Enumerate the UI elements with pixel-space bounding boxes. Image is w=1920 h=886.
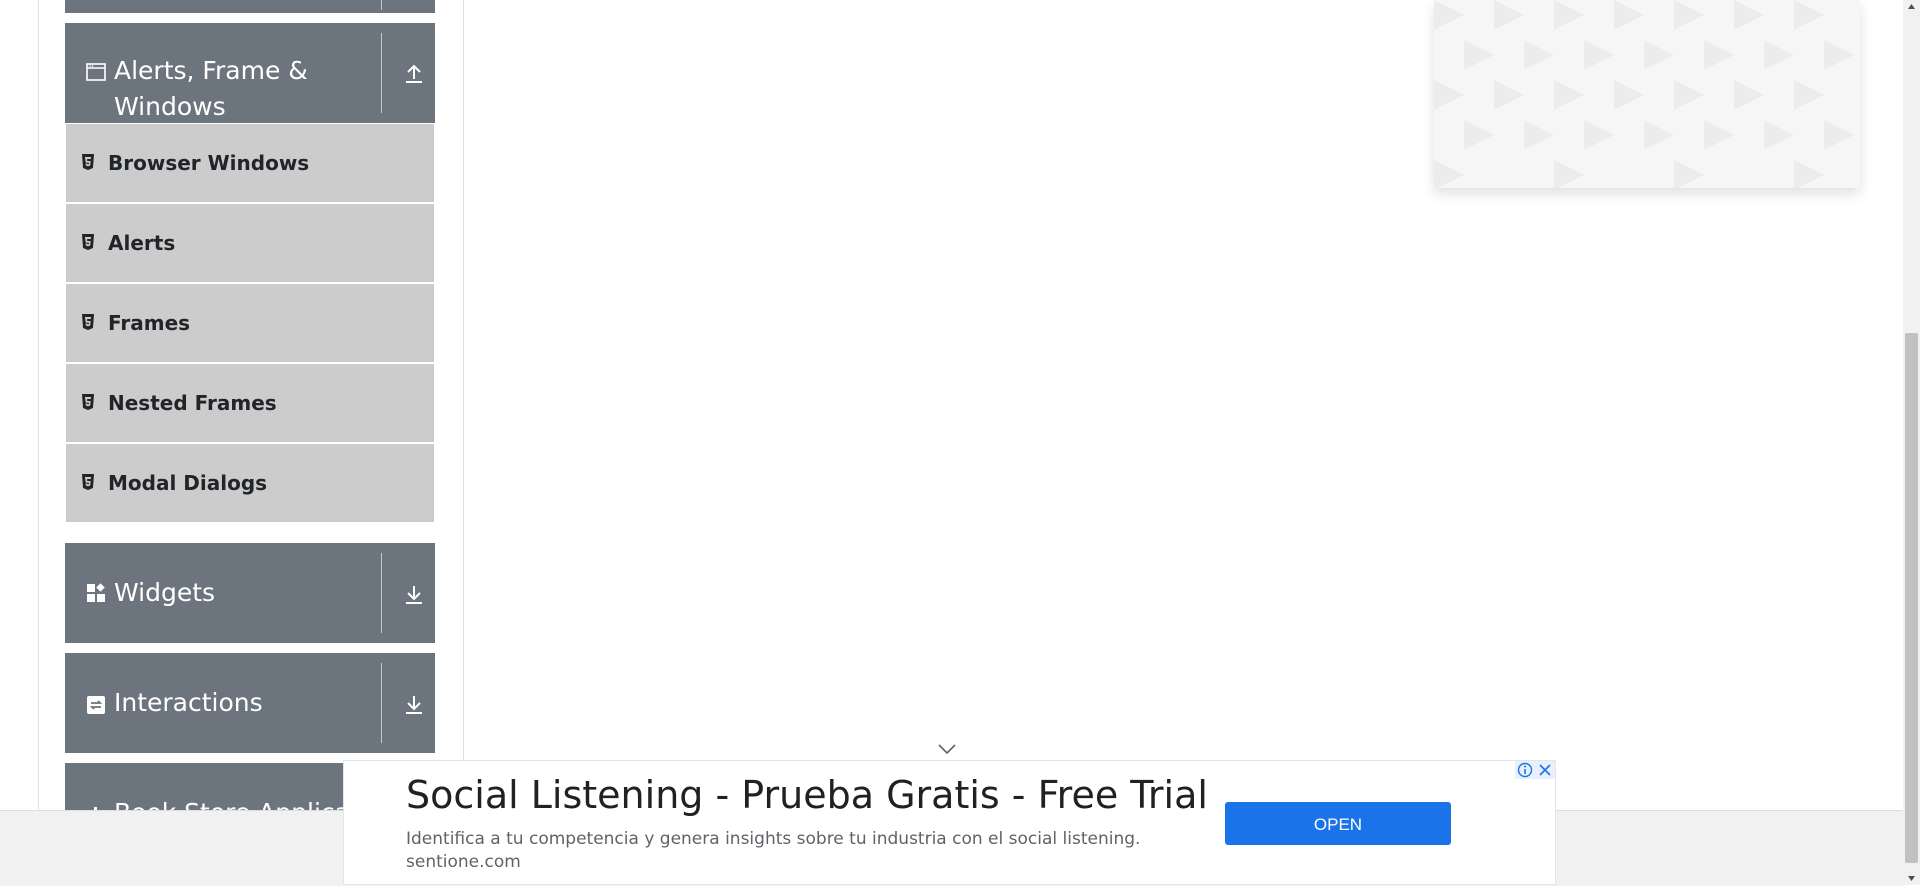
header-divider bbox=[381, 663, 382, 743]
menu-item-label: Browser Windows bbox=[108, 151, 310, 175]
ad-banner[interactable]: Social Listening - Prueba Gratis - Free … bbox=[343, 760, 1556, 885]
group-title: Widgets bbox=[114, 578, 216, 607]
header-divider bbox=[381, 0, 382, 10]
group-title: Interactions bbox=[114, 688, 263, 717]
header-divider bbox=[381, 33, 382, 113]
html5-icon bbox=[82, 474, 94, 490]
page-scrollbar[interactable] bbox=[1903, 0, 1920, 885]
menu-item-label: Frames bbox=[108, 311, 191, 335]
menu-item-nested-frames[interactable]: Nested Frames bbox=[66, 364, 434, 442]
previous-group-header[interactable] bbox=[65, 0, 435, 13]
widgets-icon bbox=[87, 583, 105, 602]
ad-description: Identifica a tu competencia y genera ins… bbox=[406, 829, 1141, 849]
menu-item-label: Nested Frames bbox=[108, 391, 277, 415]
close-icon[interactable] bbox=[1535, 761, 1555, 779]
menu-item-alerts[interactable]: Alerts bbox=[66, 204, 434, 282]
chevron-down-icon[interactable] bbox=[937, 743, 957, 755]
arrow-down-icon[interactable] bbox=[403, 583, 425, 605]
menu-item-modal-dialogs[interactable]: Modal Dialogs bbox=[66, 444, 434, 522]
scroll-up-arrow-icon[interactable] bbox=[1907, 2, 1916, 11]
group-title: Book Store Applicatio bbox=[114, 795, 382, 810]
arrow-up-icon[interactable] bbox=[403, 62, 425, 84]
group-interactions[interactable]: Interactions bbox=[65, 653, 435, 753]
menu-item-label: Alerts bbox=[108, 231, 176, 255]
html5-icon bbox=[82, 394, 94, 410]
ad-domain[interactable]: sentione.com bbox=[406, 852, 521, 872]
group-title-line1: Alerts, Frame & bbox=[114, 56, 308, 85]
header-divider bbox=[381, 553, 382, 633]
html5-icon bbox=[82, 314, 94, 330]
group-title-line2: Windows bbox=[114, 92, 226, 121]
menu-item-label: Modal Dialogs bbox=[108, 471, 268, 495]
ad-placeholder-card bbox=[1434, 0, 1860, 188]
interactions-icon bbox=[87, 696, 105, 714]
group-widgets[interactable]: Widgets bbox=[65, 543, 435, 643]
window-icon bbox=[86, 63, 106, 81]
triangle-pattern bbox=[1434, 0, 1854, 188]
scrollbar-thumb[interactable] bbox=[1905, 333, 1918, 863]
arrow-down-icon[interactable] bbox=[403, 693, 425, 715]
menu-item-frames[interactable]: Frames bbox=[66, 284, 434, 362]
ad-title[interactable]: Social Listening - Prueba Gratis - Free … bbox=[406, 773, 1208, 817]
scroll-down-arrow-icon[interactable] bbox=[1907, 874, 1916, 883]
book-store-icon bbox=[94, 807, 97, 810]
html5-icon bbox=[82, 234, 94, 250]
ad-open-button[interactable]: OPEN bbox=[1225, 802, 1451, 845]
menu-item-browser-windows[interactable]: Browser Windows bbox=[66, 124, 434, 202]
html5-icon bbox=[82, 154, 94, 170]
group-alerts-frame-windows[interactable]: Alerts, Frame & Windows bbox=[65, 23, 435, 123]
info-icon[interactable] bbox=[1515, 761, 1535, 779]
